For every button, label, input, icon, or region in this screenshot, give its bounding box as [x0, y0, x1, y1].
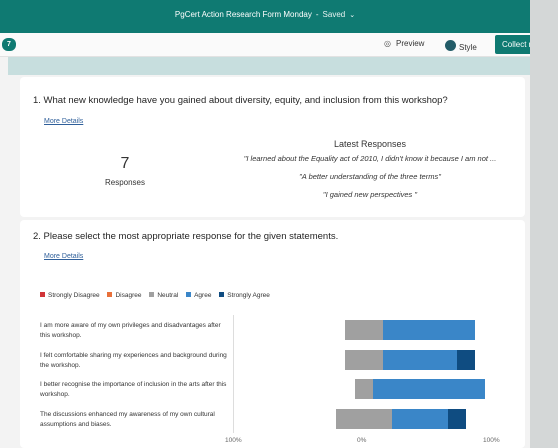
question-1-card: 1. What new knowledge have you gained ab…	[20, 77, 525, 217]
forms-window: PgCert Action Research Form Monday - Saved…	[0, 0, 530, 448]
legend-item-strongly-disagree: Strongly Disagree	[40, 292, 100, 299]
axis-label-left: 100%	[225, 437, 242, 444]
eye-icon: ◎	[384, 39, 391, 48]
question-2-card: 2. Please select the most appropriate re…	[20, 220, 525, 448]
bar-neutral-row-3[interactable]	[354, 379, 374, 399]
bar-strongly-agree-row-4[interactable]	[447, 409, 467, 429]
statement-label-4: The discussions enhanced my awareness of…	[40, 411, 215, 428]
preview-label: Preview	[396, 39, 425, 48]
q2-more-details-link[interactable]: More Details	[44, 253, 83, 260]
question-1-title: 1. What new knowledge have you gained ab…	[33, 95, 448, 106]
response-count-label: Responses	[104, 178, 146, 187]
bar-strongly-agree-row-2[interactable]	[456, 350, 476, 370]
bar-agree-row-2[interactable]	[382, 350, 457, 370]
statement-label-3: I better recognise the importance of inc…	[40, 381, 227, 398]
q1-more-details-link[interactable]: More Details	[44, 118, 83, 125]
latest-response-3: "I gained new perspectives "	[322, 190, 418, 199]
bar-agree-row-3[interactable]	[373, 379, 485, 399]
title-separator: -	[315, 10, 319, 19]
question-2-title: 2. Please select the most appropriate re…	[33, 231, 339, 242]
legend-label: Agree	[194, 292, 212, 299]
bar-agree-row-1[interactable]	[382, 320, 476, 340]
form-title-text: PgCert Action Research Form Monday	[174, 10, 312, 19]
legend-label: Neutral	[157, 292, 179, 299]
legend-item-neutral: Neutral	[149, 292, 178, 299]
latest-response-1: "I learned about the Equality act of 201…	[243, 154, 497, 163]
window-gutter	[530, 0, 558, 448]
legend-label: Strongly Agree	[227, 292, 270, 299]
bar-agree-row-4[interactable]	[391, 409, 448, 429]
palette-icon	[445, 40, 456, 51]
responses-count-badge[interactable]: 7	[2, 38, 16, 51]
latest-response-2: "A better understanding of the three ter…	[299, 172, 441, 181]
saved-status: Saved	[322, 10, 346, 19]
style-label: Style	[459, 43, 477, 52]
response-count: 7	[120, 155, 130, 172]
axis-label-center: 0%	[357, 437, 367, 444]
chevron-down-icon[interactable]: ⌄	[349, 11, 355, 19]
legend-swatch	[149, 292, 155, 297]
legend-swatch	[219, 292, 225, 297]
legend-label: Disagree	[115, 292, 142, 299]
axis-label-right: 100%	[483, 437, 500, 444]
preview-button[interactable]: ◎ Preview	[384, 39, 424, 48]
chart-legend: Strongly Disagree Disagree Neutral Agree…	[40, 292, 276, 299]
bar-neutral-row-1[interactable]	[345, 320, 383, 340]
style-button[interactable]: Style	[445, 39, 477, 52]
form-title[interactable]: PgCert Action Research Form Monday - Saved…	[0, 10, 530, 19]
legend-swatch	[40, 292, 45, 297]
bar-neutral-row-4[interactable]	[336, 409, 392, 429]
likert-chart	[233, 315, 495, 433]
legend-label: Strongly Disagree	[48, 292, 100, 299]
legend-item-strongly-agree: Strongly Agree	[219, 292, 270, 299]
legend-swatch	[186, 292, 192, 297]
header-band	[8, 57, 530, 75]
legend-swatch	[107, 292, 113, 297]
latest-responses-heading: Latest Responses	[333, 139, 407, 149]
statement-label-2: I felt comfortable sharing my experience…	[40, 352, 227, 369]
collect-responses-button[interactable]: Collect re	[495, 35, 530, 54]
legend-item-disagree: Disagree	[107, 292, 142, 299]
title-bar: PgCert Action Research Form Monday - Saved…	[0, 0, 530, 33]
toolbar: 7 ◎ Preview Style Collect re	[0, 33, 530, 57]
legend-item-agree: Agree	[186, 292, 211, 299]
bar-neutral-row-2[interactable]	[345, 350, 383, 370]
statement-label-1: I am more aware of my own privileges and…	[40, 322, 221, 339]
